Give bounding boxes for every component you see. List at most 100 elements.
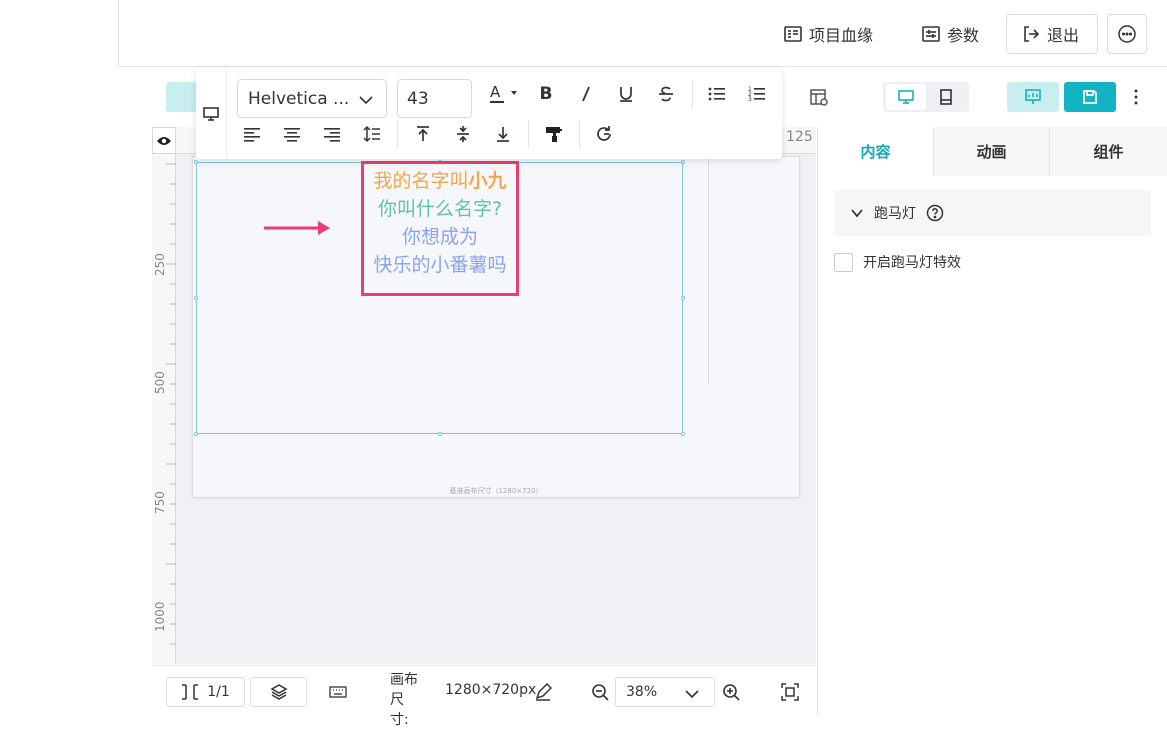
zoom-value: 38% <box>626 684 658 700</box>
page-nav-button[interactable]: 1/1 <box>166 677 245 707</box>
paint-roller-icon <box>546 127 562 142</box>
bold-icon: B <box>539 84 553 104</box>
ruler-toggle-button[interactable] <box>152 127 176 154</box>
align-middle-icon <box>457 126 469 142</box>
strikethrough-button[interactable] <box>652 80 680 108</box>
tab-animation[interactable]: 动画 <box>933 127 1049 176</box>
marquee-effect-option[interactable]: 开启跑马灯特效 <box>834 252 961 272</box>
project-lineage-label: 项目血缘 <box>809 26 874 45</box>
edit-size-icon[interactable] <box>533 682 553 702</box>
layers-button[interactable] <box>250 677 307 707</box>
kebab-menu-icon[interactable] <box>1126 86 1146 108</box>
align-center-button[interactable] <box>278 120 306 148</box>
align-top-icon <box>417 126 429 141</box>
desktop-view-button[interactable] <box>886 84 926 110</box>
align-right-icon <box>324 128 340 142</box>
chevron-down-icon <box>359 96 373 105</box>
resize-handle[interactable] <box>194 296 198 300</box>
page-split-icon <box>182 684 199 700</box>
resize-handle[interactable] <box>194 432 198 436</box>
panel-tabs: 内容 动画 组件 <box>818 127 1167 176</box>
resize-handle[interactable] <box>194 160 198 164</box>
save-button[interactable] <box>1064 82 1116 112</box>
image-tool-button[interactable] <box>166 82 198 112</box>
annotation-arrow-icon <box>264 221 330 235</box>
monitor-icon <box>203 106 219 121</box>
project-lineage-button[interactable]: 项目血缘 <box>783 14 873 54</box>
marquee-text-box[interactable]: 我的名字叫小九 你叫什么名字? 你想成为 快乐的小番薯吗 <box>361 161 519 296</box>
align-center-icon <box>284 128 300 142</box>
format-painter-button[interactable] <box>540 120 568 148</box>
device-preview-button[interactable] <box>196 68 227 159</box>
clear-format-button[interactable] <box>590 120 618 148</box>
font-color-icon: A <box>490 83 517 103</box>
italic-icon <box>582 86 590 102</box>
preview-button[interactable] <box>1007 82 1059 112</box>
bold-button[interactable]: B <box>532 80 560 108</box>
align-left-button[interactable] <box>238 120 266 148</box>
align-right-button[interactable] <box>318 120 346 148</box>
zoom-in-icon[interactable] <box>721 682 741 702</box>
font-color-button[interactable]: A <box>484 80 524 108</box>
canvas-size-value: 1280×720px <box>445 682 537 698</box>
page-caption: 基准画布尺寸（1280×720） <box>449 487 543 495</box>
numbered-list-icon: 123 <box>748 86 765 103</box>
marquee-effect-checkbox[interactable] <box>834 252 853 272</box>
page-indicator: 1/1 <box>207 684 230 700</box>
tab-components[interactable]: 组件 <box>1049 127 1167 176</box>
text-line-4: 快乐的小番薯吗 <box>373 254 507 276</box>
italic-button[interactable] <box>572 80 600 108</box>
svg-text:A: A <box>490 83 501 101</box>
underline-icon <box>620 87 632 102</box>
marquee-effect-label: 开启跑马灯特效 <box>863 255 961 271</box>
ruler-label-500: 500 <box>153 371 167 394</box>
chevron-down-icon <box>851 209 863 218</box>
svg-text:3: 3 <box>748 96 752 103</box>
underline-button[interactable] <box>612 80 640 108</box>
layout-icon[interactable] <box>808 86 830 108</box>
ruler-label-250: 250 <box>153 253 167 276</box>
resize-handle[interactable] <box>438 432 442 436</box>
text-line-3: 你想成为 <box>401 226 478 248</box>
zoom-select[interactable]: 38% <box>615 677 715 707</box>
help-icon[interactable] <box>926 204 944 222</box>
tab-content[interactable]: 内容 <box>818 127 933 176</box>
numbered-list-button[interactable]: 123 <box>743 80 771 108</box>
bullet-list-button[interactable] <box>703 80 731 108</box>
fit-screen-icon[interactable] <box>780 682 800 702</box>
strikethrough-icon <box>659 86 673 102</box>
reset-icon <box>597 126 611 141</box>
keyboard-icon[interactable] <box>328 682 348 702</box>
resize-handle[interactable] <box>681 296 685 300</box>
valign-middle-button[interactable] <box>449 120 477 148</box>
params-button[interactable]: 参数 <box>921 14 979 54</box>
monitor-icon <box>898 90 914 104</box>
line-height-icon <box>363 125 380 143</box>
resize-handle[interactable] <box>681 160 685 164</box>
zoom-out-icon[interactable] <box>590 682 610 702</box>
marquee-section-title: 跑马灯 <box>874 206 916 222</box>
text-name-bold: 小九 <box>468 170 507 192</box>
valign-top-button[interactable] <box>409 120 437 148</box>
more-options-button[interactable] <box>1107 14 1147 54</box>
tablet-view-button[interactable] <box>926 84 966 110</box>
valign-bottom-button[interactable] <box>489 120 517 148</box>
line-height-button[interactable] <box>358 120 386 148</box>
params-label: 参数 <box>947 26 980 45</box>
bullet-list-icon <box>708 87 725 101</box>
ruler-top-label: 125 <box>786 129 813 145</box>
font-family-select[interactable]: Helvetica ... <box>237 79 387 118</box>
font-family-value: Helvetica ... <box>248 88 350 109</box>
text-line-1: 我的名字叫小九 <box>364 167 516 195</box>
ruler-label-750: 750 <box>153 491 167 514</box>
marquee-section-header[interactable]: 跑马灯 <box>834 190 1151 236</box>
font-size-input[interactable]: 43 <box>397 79 472 118</box>
divider <box>397 120 398 148</box>
ruler-label-1000: 1000 <box>153 601 167 632</box>
ellipsis-circle-icon <box>1118 25 1136 43</box>
resize-handle[interactable] <box>681 432 685 436</box>
exit-label: 退出 <box>1047 26 1080 45</box>
align-left-icon <box>244 128 260 142</box>
divider <box>692 80 693 108</box>
exit-button[interactable]: 退出 <box>1006 14 1098 54</box>
